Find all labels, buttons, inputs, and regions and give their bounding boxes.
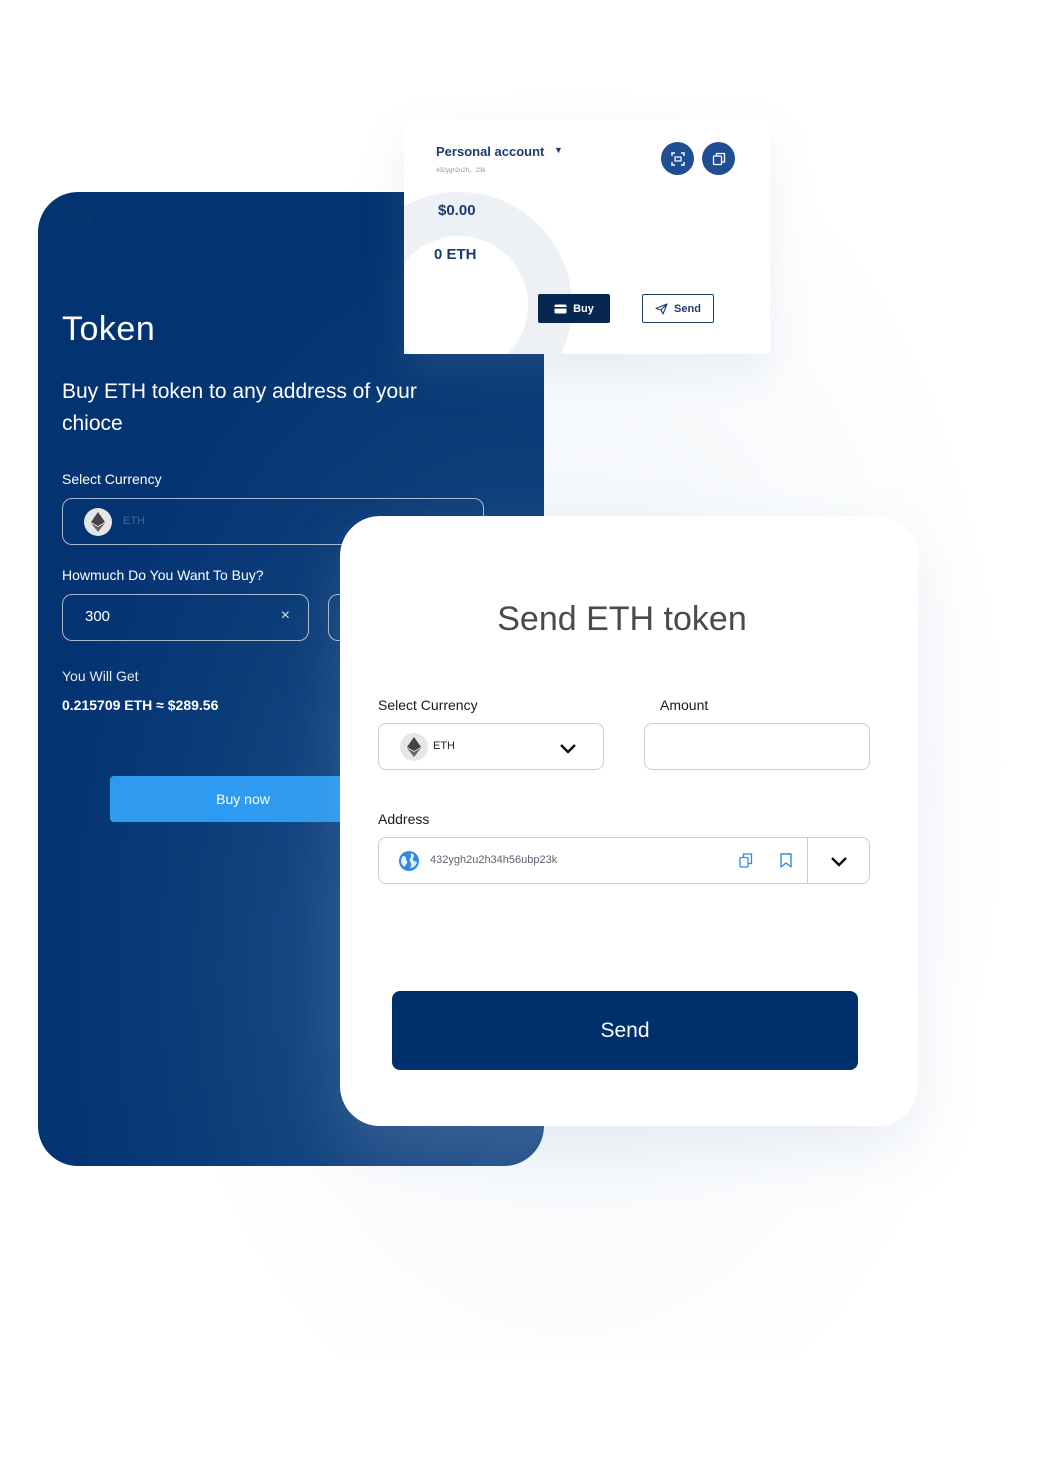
balance-usd: $0.00: [438, 202, 476, 219]
send-token-card: Send ETH token Select Currency ETH Amoun…: [340, 516, 918, 1126]
page-title: Token: [62, 310, 156, 348]
paper-plane-icon: [655, 302, 668, 315]
dropdown-caret-icon[interactable]: ▼: [554, 145, 563, 155]
copy-icon: [712, 152, 725, 165]
address-divider: [807, 838, 808, 883]
amount-value: 300: [85, 608, 111, 625]
chevron-down-icon[interactable]: [830, 856, 848, 867]
scan-icon: [670, 151, 685, 166]
you-get-label: You Will Get: [62, 668, 139, 684]
currency-select-value: ETH: [123, 515, 145, 527]
ethereum-icon: [84, 508, 112, 536]
address-label: Address: [378, 811, 430, 827]
clear-icon[interactable]: ×: [281, 607, 290, 625]
bookmark-icon[interactable]: [780, 853, 792, 868]
send-currency-label: Select Currency: [378, 697, 478, 713]
you-get-value: 0.215709 ETH ≈ $289.56: [62, 697, 219, 713]
account-buy-label: Buy: [573, 302, 594, 315]
copy-icon[interactable]: [739, 853, 753, 868]
address-input[interactable]: 432ygh2u2h34h56ubp23k: [378, 837, 870, 884]
send-amount-label: Amount: [660, 697, 709, 713]
account-name[interactable]: Personal account: [436, 144, 544, 159]
chevron-down-icon: [560, 744, 576, 754]
account-card: Personal account ▼ 432ygh2u2h... 23k $0.…: [404, 120, 770, 354]
send-title: Send ETH token: [497, 600, 747, 638]
status-time: 9:41: [62, 210, 94, 227]
address-value: 432ygh2u2h34h56ubp23k: [430, 854, 558, 866]
send-amount-input[interactable]: [644, 723, 870, 770]
account-send-label: Send: [674, 302, 701, 315]
balance-eth: 0 ETH: [434, 246, 477, 263]
globe-icon: [399, 851, 419, 871]
select-currency-label: Select Currency: [62, 471, 162, 487]
ethereum-icon: [400, 733, 428, 761]
card-icon: [554, 304, 567, 313]
scan-button[interactable]: [661, 142, 694, 175]
amount-label: Howmuch Do You Want To Buy?: [62, 567, 264, 583]
send-button[interactable]: Send: [392, 991, 858, 1070]
send-currency-select[interactable]: ETH: [378, 723, 604, 770]
page-subtitle: Buy ETH token to any address of your chi…: [62, 380, 417, 435]
account-address: 432ygh2u2h... 23k: [436, 168, 486, 174]
send-currency-value: ETH: [433, 740, 455, 752]
account-send-button[interactable]: Send: [642, 294, 714, 323]
amount-input[interactable]: 300 ×: [62, 594, 309, 641]
account-buy-button[interactable]: Buy: [538, 294, 610, 323]
copy-button[interactable]: [702, 142, 735, 175]
balance-ring: [404, 192, 572, 354]
